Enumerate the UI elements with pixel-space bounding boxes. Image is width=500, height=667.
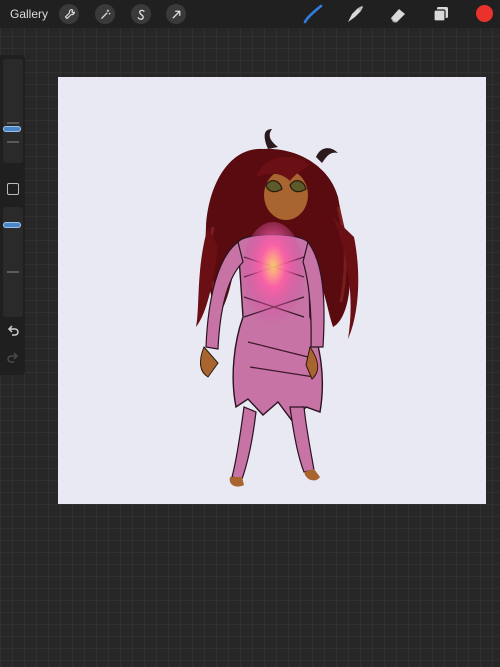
brush-icon[interactable] — [302, 4, 324, 24]
slider-tick — [7, 141, 19, 143]
brush-size-handle[interactable] — [3, 126, 21, 132]
eraser-icon[interactable] — [387, 4, 409, 24]
magic-wand-icon[interactable] — [95, 4, 115, 24]
undo-icon[interactable] — [6, 325, 20, 339]
transform-arrow-icon[interactable] — [166, 4, 186, 24]
opacity-handle[interactable] — [3, 222, 21, 228]
smudge-icon[interactable] — [344, 4, 366, 24]
top-toolbar: Gallery — [0, 0, 500, 28]
slider-tick — [7, 271, 19, 273]
gallery-button[interactable]: Gallery — [10, 7, 48, 21]
brush-size-slider[interactable] — [3, 59, 23, 163]
color-picker-button[interactable] — [476, 5, 493, 22]
redo-icon[interactable] — [6, 352, 20, 366]
illustration-character — [196, 129, 359, 487]
left-sidebar — [0, 55, 25, 375]
layers-icon[interactable] — [430, 4, 452, 24]
slider-tick — [7, 122, 19, 124]
drawing-canvas[interactable] — [58, 77, 486, 504]
selection-s-icon[interactable] — [131, 4, 151, 24]
modify-button[interactable] — [7, 183, 19, 195]
wrench-icon[interactable] — [59, 4, 79, 24]
